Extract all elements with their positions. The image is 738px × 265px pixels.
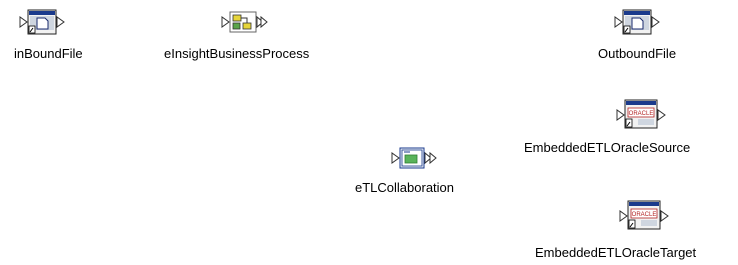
node-outbound-file[interactable]: OutboundFile	[598, 8, 703, 61]
node-etl-oracle-target[interactable]: ORACLE EmbeddedETLOracleTarget	[535, 200, 738, 262]
file-external-application-icon[interactable]	[614, 9, 660, 35]
node-etl-oracle-source[interactable]: ORACLE EmbeddedETLOracleSource	[524, 99, 736, 157]
oracle-external-application-icon[interactable]: ORACLE	[619, 200, 669, 230]
oracle-logo-text: ORACLE	[632, 212, 657, 218]
oracle-external-application-icon[interactable]: ORACLE	[616, 99, 666, 129]
etl-collaboration-icon[interactable]	[391, 147, 451, 169]
oracle-logo-text: ORACLE	[629, 111, 654, 117]
connectivity-map-canvas[interactable]: inBoundFile eInsightBusinessProcess Outb…	[0, 0, 738, 265]
node-etl-collaboration[interactable]: eTLCollaboration	[355, 147, 485, 197]
node-business-process[interactable]: eInsightBusinessProcess	[164, 8, 359, 61]
node-label: EmbeddedETLOracleSource	[524, 140, 691, 155]
business-process-icon[interactable]	[221, 11, 268, 33]
node-label: OutboundFile	[598, 46, 677, 61]
node-label: inBoundFile	[14, 46, 83, 61]
node-label: EmbeddedETLOracleTarget	[535, 245, 697, 260]
node-inbound-file[interactable]: inBoundFile	[14, 8, 104, 61]
node-label: eInsightBusinessProcess	[164, 46, 310, 61]
file-external-application-icon[interactable]	[19, 9, 65, 35]
node-label: eTLCollaboration	[355, 180, 455, 195]
